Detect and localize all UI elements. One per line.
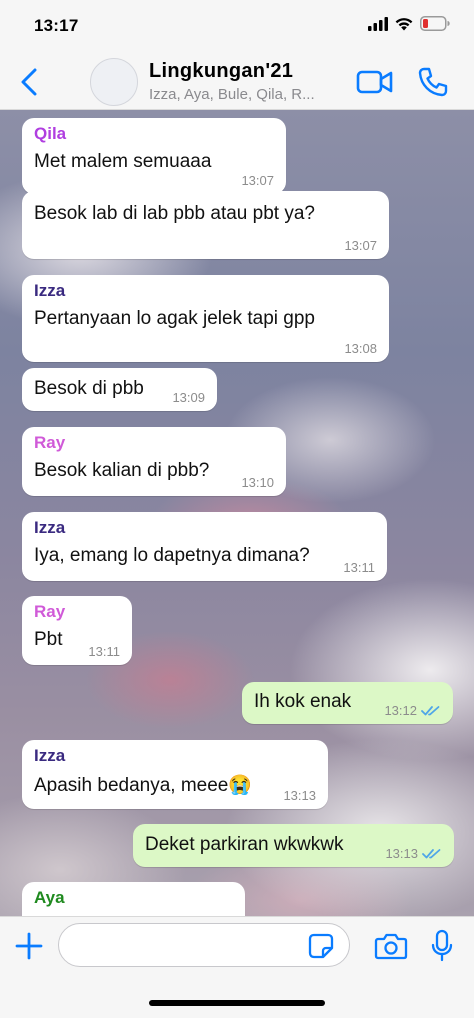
- status-icons: [368, 16, 450, 31]
- message-bubble-outgoing[interactable]: Ih kok enak 13:12: [242, 682, 453, 724]
- sender-name: Ray: [34, 433, 66, 452]
- read-receipt-icon: [422, 849, 441, 859]
- message-bubble[interactable]: Aya: [22, 882, 245, 916]
- message-time: 13:13: [283, 788, 316, 803]
- message-text: Met malem semuaaa: [34, 151, 212, 172]
- message-text: Apasih bedanya, meee😭: [34, 775, 253, 796]
- wifi-icon: [395, 18, 413, 31]
- message-bubble[interactable]: Besok di pbb 13:09: [22, 368, 217, 411]
- group-avatar[interactable]: [90, 58, 138, 106]
- sender-name: Ray: [34, 602, 66, 621]
- message-text: Besok di pbb: [34, 378, 144, 399]
- input-bar: [0, 916, 474, 1018]
- microphone-icon: [431, 929, 453, 962]
- microphone-button[interactable]: [430, 929, 454, 963]
- sender-name: Izza: [34, 518, 66, 537]
- video-camera-icon: [356, 70, 393, 94]
- message-text: Pbt: [34, 629, 63, 650]
- message-text: Ih kok enak: [254, 691, 352, 712]
- home-indicator[interactable]: [149, 1000, 325, 1006]
- time-label: 13:07: [241, 173, 274, 188]
- message-time: 13:08: [344, 341, 377, 356]
- message-bubble[interactable]: Ray Besok kalian di pbb? 13:10: [22, 427, 286, 496]
- sender-name: Aya: [34, 888, 65, 907]
- message-bubble[interactable]: Izza Apasih bedanya, meee😭 13:13: [22, 740, 328, 809]
- message-time: 13:13: [385, 846, 442, 861]
- attach-button[interactable]: [14, 931, 44, 961]
- message-time: 13:10: [241, 475, 274, 490]
- phone-icon: [418, 67, 448, 97]
- message-bubble[interactable]: Izza Iya, emang lo dapetnya dimana? 13:1…: [22, 512, 387, 581]
- message-bubble[interactable]: Izza Pertanyaan lo agak jelek tapi gpp 1…: [22, 275, 389, 362]
- signal-icon: [368, 16, 388, 31]
- read-receipt-icon: [421, 706, 440, 716]
- message-bubble[interactable]: Ray Pbt 13:11: [22, 596, 132, 665]
- message-text: Besok lab di lab pbb atau pbt ya?: [34, 203, 315, 224]
- time-label: 13:13: [385, 846, 418, 861]
- sender-name: Izza: [34, 746, 66, 765]
- message-time: 13:11: [88, 644, 120, 659]
- time-label: 13:10: [241, 475, 274, 490]
- camera-button[interactable]: [374, 931, 408, 961]
- time-label: 13:07: [344, 238, 377, 253]
- plus-icon: [15, 932, 43, 960]
- message-time: 13:11: [343, 560, 375, 575]
- message-time: 13:07: [344, 238, 377, 253]
- message-time: 13:12: [384, 703, 441, 718]
- voice-call-button[interactable]: [417, 66, 449, 98]
- video-call-button[interactable]: [356, 68, 394, 96]
- battery-icon: [420, 16, 450, 31]
- sticker-button[interactable]: [308, 933, 334, 959]
- message-text: Pertanyaan lo agak jelek tapi gpp: [34, 308, 315, 329]
- chevron-left-icon: [21, 68, 37, 96]
- sender-name: Izza: [34, 281, 66, 300]
- message-bubble[interactable]: Qila Met malem semuaaa 13:07: [22, 118, 286, 194]
- message-time: 13:07: [241, 173, 274, 188]
- message-input[interactable]: [58, 923, 350, 967]
- sticker-icon: [308, 933, 334, 959]
- time-label: 13:11: [343, 560, 375, 575]
- time-label: 13:08: [344, 341, 377, 356]
- time-label: 13:13: [283, 788, 316, 803]
- status-time: 13:17: [34, 16, 79, 35]
- message-time: 13:09: [172, 390, 205, 405]
- time-label: 13:09: [172, 390, 205, 405]
- message-bubble-outgoing[interactable]: Deket parkiran wkwkwk 13:13: [133, 824, 454, 867]
- chat-area[interactable]: Qila Met malem semuaaa 13:07 Besok lab d…: [0, 110, 474, 916]
- time-label: 13:11: [88, 644, 120, 659]
- sender-name: Qila: [34, 124, 67, 143]
- time-label: 13:12: [384, 703, 417, 718]
- chat-participants[interactable]: Izza, Aya, Bule, Qila, R...: [149, 86, 339, 103]
- message-text: Besok kalian di pbb?: [34, 460, 210, 481]
- camera-icon: [374, 933, 408, 960]
- message-text: Iya, emang lo dapetnya dimana?: [34, 545, 310, 566]
- back-button[interactable]: [16, 66, 42, 98]
- chat-title[interactable]: Lingkungan'21: [149, 60, 293, 83]
- message-text: Deket parkiran wkwkwk: [145, 834, 344, 855]
- chat-header: Lingkungan'21 Izza, Aya, Bule, Qila, R..…: [0, 54, 474, 110]
- status-bar: 13:17: [0, 0, 474, 54]
- message-bubble[interactable]: Besok lab di lab pbb atau pbt ya? 13:07: [22, 191, 389, 259]
